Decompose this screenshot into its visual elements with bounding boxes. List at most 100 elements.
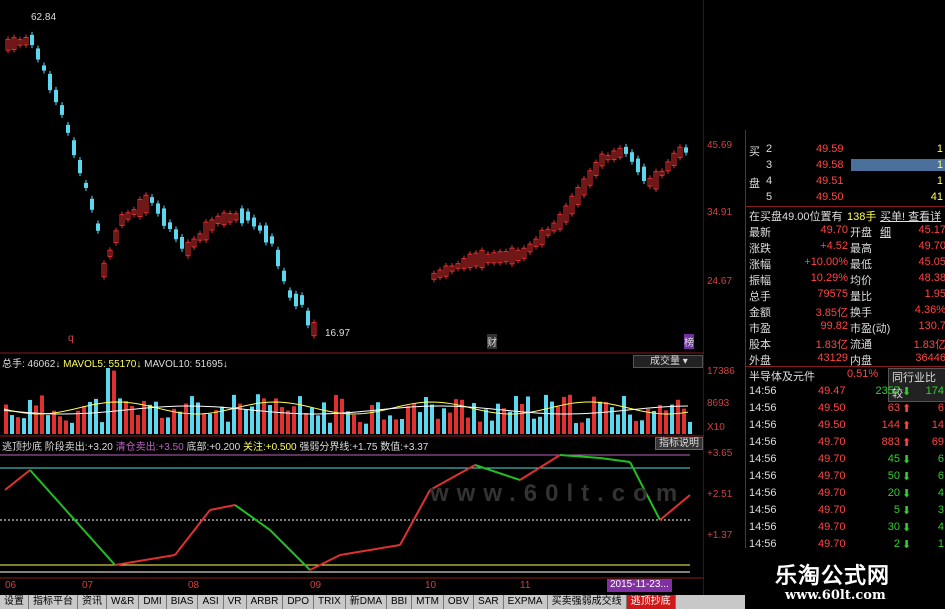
indicator-tab[interactable]: VR bbox=[224, 595, 247, 609]
candle-body bbox=[162, 208, 166, 226]
candle-body bbox=[252, 217, 256, 227]
indicator-tab[interactable]: DMI bbox=[139, 595, 167, 609]
tick-vol: 144 bbox=[881, 419, 900, 431]
volume-bar bbox=[238, 403, 242, 434]
tick-price: 49.70 bbox=[818, 436, 846, 448]
stat-value: +4.52 bbox=[820, 240, 848, 252]
volume-bar bbox=[490, 420, 494, 434]
indicator-tab[interactable]: ASI bbox=[198, 595, 224, 609]
order-book-row[interactable]: 3 49.58 1 bbox=[746, 158, 945, 174]
kline-chart[interactable] bbox=[0, 0, 705, 609]
indicator-tab[interactable]: BIAS bbox=[167, 595, 199, 609]
candle-body bbox=[174, 229, 178, 240]
volume-bar bbox=[280, 407, 284, 434]
indicator-tab[interactable]: EXPMA bbox=[504, 595, 548, 609]
stat-label: 总手 bbox=[749, 291, 771, 303]
tick-extra: 174 bbox=[925, 385, 944, 397]
indicator-segment bbox=[4, 469, 31, 491]
x-label-06: 06 bbox=[5, 580, 17, 591]
order-book-row[interactable]: 买 2 49.59 1 bbox=[746, 142, 945, 158]
volume-dropdown[interactable]: 成交量 ▾ bbox=[633, 355, 703, 368]
stat-label: 振幅 bbox=[749, 275, 771, 287]
ind-scale-low: +1.37 bbox=[707, 530, 733, 541]
sector-name[interactable]: 半导体及元件 bbox=[749, 368, 815, 384]
indicator-tab[interactable]: BBI bbox=[387, 595, 413, 609]
candle-body bbox=[636, 158, 640, 173]
volume-bar bbox=[142, 400, 146, 434]
volume-bar bbox=[460, 399, 464, 434]
order-book-row[interactable]: 5 49.50 41 bbox=[746, 190, 945, 206]
volume-bar bbox=[166, 417, 170, 434]
stat-value: 99.82 bbox=[820, 320, 848, 332]
scale-low: 24.67 bbox=[707, 276, 733, 287]
volume-bar bbox=[304, 412, 308, 434]
event-marker-rank[interactable]: 榜 bbox=[684, 334, 694, 349]
volume-bar bbox=[400, 419, 404, 434]
tick-extra: 6 bbox=[937, 470, 944, 482]
tick-price: 49.70 bbox=[818, 504, 846, 516]
indicator-tab[interactable]: OBV bbox=[444, 595, 475, 609]
volume-bar bbox=[514, 396, 518, 434]
indicator-tab[interactable]: ARBR bbox=[247, 595, 284, 609]
volume-bar bbox=[262, 398, 266, 434]
x-label-10: 10 bbox=[425, 580, 437, 591]
volume-bar bbox=[100, 422, 104, 434]
x-label-08: 08 bbox=[188, 580, 200, 591]
vol-scale-unit: X10 bbox=[707, 422, 725, 433]
indicator-tab[interactable]: 设置 bbox=[0, 595, 29, 609]
event-marker-q[interactable]: q bbox=[68, 333, 74, 344]
stat-value-2: 45.17 bbox=[918, 224, 945, 236]
indicator-tab[interactable]: DPO bbox=[283, 595, 314, 609]
tick-price: 49.50 bbox=[818, 402, 846, 414]
volume-bar bbox=[658, 404, 662, 434]
tick-extra: 14 bbox=[931, 419, 944, 431]
tick-vol: 20 bbox=[887, 487, 900, 499]
indicator-segment bbox=[174, 509, 211, 556]
volume-bar bbox=[676, 399, 680, 434]
tick-row: 14:56 49.47 2357 ⬇ 174 bbox=[746, 384, 945, 400]
quote-stat-row: 市盈 99.82 市盈(动) 130.7 bbox=[746, 319, 945, 335]
order-book-row[interactable]: 盘 4 49.51 1 bbox=[746, 174, 945, 190]
volume-bar bbox=[160, 417, 164, 434]
indicator-segment bbox=[399, 489, 431, 546]
volume-bar bbox=[358, 422, 362, 434]
stat-value-2: 130.7 bbox=[918, 320, 945, 332]
candle-body bbox=[270, 236, 274, 244]
indicator-tab[interactable]: 新DMA bbox=[346, 595, 387, 609]
indicator-tab[interactable]: 指标平台 bbox=[29, 595, 78, 609]
chart-area[interactable]: 62.84 16.97 45.69 34.91 24.67 q 财 榜 总手: … bbox=[0, 0, 735, 609]
event-marker-finance[interactable]: 财 bbox=[487, 334, 497, 349]
candle-body bbox=[630, 152, 634, 162]
tick-vol: 2357 bbox=[875, 385, 900, 397]
arrow-up-icon: ⬆ bbox=[902, 420, 912, 432]
indicator-help-button[interactable]: 指标说明 bbox=[655, 437, 703, 450]
candle-body bbox=[246, 211, 250, 221]
tick-extra: 4 bbox=[937, 521, 944, 533]
indicator-tab[interactable]: MTM bbox=[412, 595, 444, 609]
volume-bar bbox=[70, 422, 74, 434]
order-price: 49.59 bbox=[816, 143, 844, 155]
volume-bar bbox=[346, 411, 350, 434]
indicator-tab[interactable]: W&R bbox=[107, 595, 140, 609]
quote-stat-row: 振幅 10.29% 均价 48.38 bbox=[746, 271, 945, 287]
indicator-value-value: +3.37 bbox=[403, 442, 429, 453]
volume-bar bbox=[256, 394, 260, 434]
indicator-tab[interactable]: TRIX bbox=[314, 595, 346, 609]
quote-stat-row: 金额 3.85亿 换手 4.36% bbox=[746, 303, 945, 319]
tick-price: 49.70 bbox=[818, 487, 846, 499]
stat-label: 涨幅 bbox=[749, 259, 771, 271]
indicator-tab[interactable]: 资讯 bbox=[78, 595, 107, 609]
indicator-label-strength: 强弱分界线: bbox=[299, 442, 353, 453]
indicator-tab[interactable]: 逃顶抄底 bbox=[626, 595, 676, 609]
volume-bar bbox=[430, 404, 434, 434]
stat-value-2: 48.38 bbox=[918, 272, 945, 284]
volume-bar bbox=[628, 414, 632, 434]
indicator-tab[interactable]: SAR bbox=[474, 595, 504, 609]
indicator-tab[interactable]: 买卖强弱成交线 bbox=[548, 595, 627, 609]
indicator-segment bbox=[309, 554, 341, 571]
tick-extra: 3 bbox=[937, 504, 944, 516]
volume-bar bbox=[274, 398, 278, 434]
candle-body bbox=[78, 159, 82, 174]
indicator-value-clear-sell: +3.50 bbox=[158, 442, 184, 453]
volume-bar bbox=[478, 421, 482, 434]
